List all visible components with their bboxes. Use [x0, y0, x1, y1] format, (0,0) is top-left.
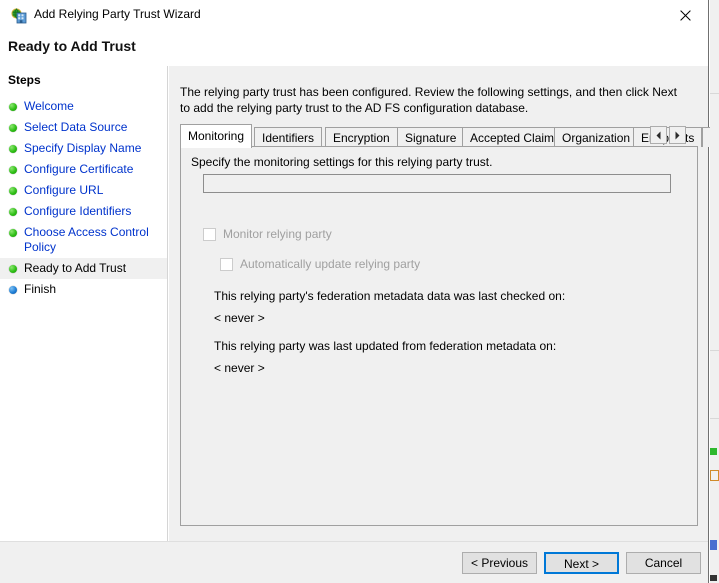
- dialog-footer: < Previous Next > Cancel: [0, 541, 708, 583]
- sidebar-item-label: Choose Access Control Policy: [24, 225, 154, 255]
- wizard-dialog: Add Relying Party Trust Wizard Ready to …: [0, 0, 709, 583]
- step-bullet-icon: [9, 166, 17, 174]
- last-checked-value: < never >: [214, 311, 265, 325]
- sidebar-item-label: Select Data Source: [24, 120, 161, 135]
- tab-organization[interactable]: Organization: [554, 127, 638, 147]
- sidebar-item-label: Configure Identifiers: [24, 204, 161, 219]
- settings-tab-control: Monitoring Identifiers Encryption Signat…: [180, 124, 698, 526]
- step-bullet-icon: [9, 145, 17, 153]
- sidebar-item-finish[interactable]: Finish: [0, 279, 167, 300]
- next-button[interactable]: Next >: [544, 552, 619, 574]
- step-bullet-icon: [9, 187, 17, 195]
- sidebar-item-label: Configure URL: [24, 183, 161, 198]
- sidebar-item-label: Finish: [24, 282, 161, 297]
- tab-encryption[interactable]: Encryption: [325, 127, 398, 147]
- title-bar: Add Relying Party Trust Wizard: [0, 0, 708, 31]
- step-bullet-icon: [9, 229, 17, 237]
- sidebar-item-configure-identifiers[interactable]: Configure Identifiers: [0, 201, 167, 222]
- sidebar-item-ready-to-add-trust[interactable]: Ready to Add Trust: [0, 258, 167, 279]
- page-header: Ready to Add Trust: [0, 31, 708, 65]
- checkbox-label: Automatically update relying party: [240, 257, 420, 271]
- step-bullet-icon: [9, 124, 17, 132]
- checkbox-label: Monitor relying party: [223, 227, 332, 241]
- tab-monitoring[interactable]: Monitoring: [180, 124, 252, 148]
- tab-strip: Monitoring Identifiers Encryption Signat…: [180, 124, 698, 147]
- sidebar-item-choose-access-control-policy[interactable]: Choose Access Control Policy: [0, 222, 167, 258]
- monitoring-tab-panel: Specify the monitoring settings for this…: [180, 146, 698, 526]
- step-bullet-icon: [9, 103, 17, 111]
- metadata-url-input[interactable]: [203, 174, 671, 193]
- previous-button[interactable]: < Previous: [462, 552, 537, 574]
- panel-description: Specify the monitoring settings for this…: [191, 155, 492, 169]
- auto-update-relying-party-checkbox[interactable]: Automatically update relying party: [220, 257, 420, 271]
- tab-scroll-right-icon[interactable]: [669, 126, 686, 144]
- sidebar-item-label: Specify Display Name: [24, 141, 161, 156]
- checkbox-box-icon: [203, 228, 216, 241]
- tab-scroll-left-icon[interactable]: [650, 126, 667, 144]
- sidebar-item-configure-url[interactable]: Configure URL: [0, 180, 167, 201]
- cancel-button[interactable]: Cancel: [626, 552, 701, 574]
- sidebar-item-configure-certificate[interactable]: Configure Certificate: [0, 159, 167, 180]
- sidebar-item-select-data-source[interactable]: Select Data Source: [0, 117, 167, 138]
- last-updated-value: < never >: [214, 361, 265, 375]
- sidebar-item-welcome[interactable]: Welcome: [0, 96, 167, 117]
- intro-text: The relying party trust has been configu…: [180, 84, 688, 116]
- sidebar-item-specify-display-name[interactable]: Specify Display Name: [0, 138, 167, 159]
- tab-identifiers[interactable]: Identifiers: [254, 127, 322, 147]
- tab-signature[interactable]: Signature: [397, 127, 464, 147]
- checkbox-box-icon: [220, 258, 233, 271]
- background-window-sliver: [710, 0, 719, 583]
- step-bullet-icon: [9, 265, 17, 273]
- sidebar-item-label: Welcome: [24, 99, 161, 114]
- close-icon[interactable]: [663, 0, 708, 30]
- monitor-relying-party-checkbox[interactable]: Monitor relying party: [203, 227, 332, 241]
- adfs-wizard-icon: [11, 8, 27, 24]
- steps-sidebar: Steps Welcome Select Data Source Specify…: [0, 66, 168, 541]
- steps-heading: Steps: [8, 73, 41, 87]
- step-bullet-icon: [9, 286, 17, 294]
- tab-accepted-claims[interactable]: Accepted Claims: [462, 127, 568, 147]
- sidebar-item-label: Configure Certificate: [24, 162, 161, 177]
- page-title: Ready to Add Trust: [8, 38, 136, 54]
- sidebar-item-label: Ready to Add Trust: [24, 261, 161, 276]
- last-checked-label: This relying party's federation metadata…: [214, 289, 565, 303]
- content-pane: The relying party trust has been configu…: [169, 66, 708, 541]
- window-title: Add Relying Party Trust Wizard: [34, 7, 201, 21]
- tab-endpoints[interactable]: Endpoints: [633, 127, 702, 147]
- steps-list: Welcome Select Data Source Specify Displ…: [0, 96, 167, 300]
- step-bullet-icon: [9, 208, 17, 216]
- last-updated-label: This relying party was last updated from…: [214, 339, 556, 353]
